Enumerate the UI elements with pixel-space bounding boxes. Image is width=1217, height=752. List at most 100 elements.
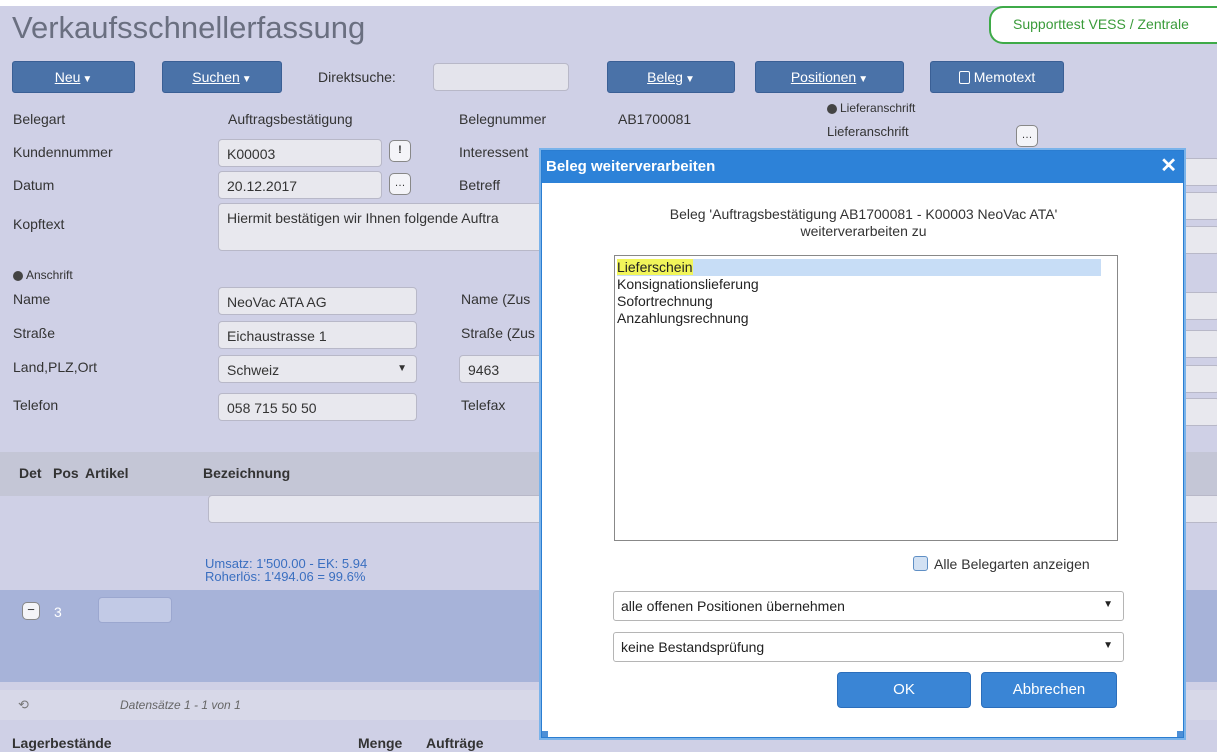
- right-field-6[interactable]: [1180, 365, 1217, 393]
- right-field-2[interactable]: [1180, 192, 1217, 220]
- chevron-down-icon: ▼: [82, 74, 93, 85]
- record-count: Datensätze 1 - 1 von 1: [120, 698, 241, 712]
- name-field[interactable]: NeoVac ATA AG: [218, 287, 417, 315]
- right-field-1[interactable]: [1180, 158, 1217, 186]
- show-all-checkbox[interactable]: [913, 556, 928, 571]
- belegart-label: Belegart: [13, 111, 66, 127]
- grid-col-pos[interactable]: Pos: [53, 465, 79, 481]
- info-icon[interactable]: !: [389, 140, 411, 162]
- plz-field[interactable]: 9463: [459, 355, 549, 383]
- memo-button[interactable]: Memotext: [930, 61, 1064, 93]
- page-title: Verkaufsschnellerfassung: [12, 10, 366, 45]
- dialog-question-line2: weiterverarbeiten zu: [800, 223, 927, 239]
- belegart-value: Auftragsbestätigung: [228, 111, 353, 127]
- strasse-zus-label: Straße (Zus: [461, 325, 535, 341]
- row-position: 3: [54, 604, 62, 620]
- close-icon[interactable]: ✕: [1160, 156, 1177, 176]
- show-all-label: Alle Belegarten anzeigen: [934, 556, 1090, 572]
- search-button-label: Suchen: [192, 69, 240, 85]
- telefon-label: Telefon: [13, 397, 59, 413]
- list-item-konsignationslieferung[interactable]: Konsignationslieferung: [617, 276, 1117, 293]
- direct-search-input[interactable]: [433, 63, 569, 91]
- stock-check-select-value: keine Bestandsprüfung: [621, 639, 765, 655]
- collapse-icon: [827, 103, 837, 114]
- collapse-row-icon[interactable]: −: [22, 602, 40, 620]
- dropdown-arrow-icon: ▼: [1103, 599, 1113, 610]
- anschrift-toggle-label: Anschrift: [26, 268, 73, 282]
- grid-col-artikel[interactable]: Artikel: [85, 465, 129, 481]
- auftraege-label: Aufträge: [426, 735, 484, 751]
- datum-field[interactable]: 20.12.2017: [218, 171, 382, 199]
- calendar-button[interactable]: …: [389, 173, 411, 195]
- ok-button[interactable]: OK: [837, 672, 971, 708]
- grid-col-det[interactable]: Det: [19, 465, 42, 481]
- right-field-4[interactable]: [1180, 292, 1217, 320]
- resize-grip-right[interactable]: [1177, 731, 1183, 737]
- new-button-label: Neu: [54, 69, 81, 85]
- row-artikel-field[interactable]: [98, 597, 172, 623]
- belegnummer-value: AB1700081: [618, 111, 692, 127]
- dropdown-arrow-icon: ▼: [1103, 640, 1113, 651]
- right-field-7[interactable]: [1180, 398, 1217, 426]
- memo-button-label: Memotext: [973, 69, 1036, 85]
- name-zus-label: Name (Zus: [461, 291, 531, 307]
- country-select-value: Schweiz: [227, 362, 280, 378]
- collapse-icon: [13, 270, 23, 281]
- lieferanschrift-toggle-label: Lieferanschrift: [840, 101, 916, 115]
- dropdown-arrow-icon: ▼: [397, 363, 407, 374]
- lieferanschrift-toggle[interactable]: Lieferanschrift: [827, 101, 915, 115]
- cancel-button[interactable]: Abbrechen: [981, 672, 1117, 708]
- process-document-dialog: Beleg weiterverarbeiten ✕ Beleg 'Auftrag…: [541, 150, 1184, 738]
- list-item-sofortrechnung[interactable]: Sofortrechnung: [617, 293, 1117, 310]
- interessent-label: Interessent: [459, 144, 529, 160]
- search-button[interactable]: Suchen ▼: [162, 61, 282, 93]
- menge-label: Menge: [358, 735, 403, 751]
- dialog-title: Beleg weiterverarbeiten: [546, 158, 716, 175]
- country-select[interactable]: Schweiz ▼: [218, 355, 417, 383]
- chevron-down-icon: ▼: [241, 74, 252, 85]
- support-badge[interactable]: Supporttest VESS / Zentrale: [989, 6, 1217, 44]
- list-item-anzahlungsrechnung[interactable]: Anzahlungsrechnung: [617, 310, 1117, 327]
- kopftext-field[interactable]: Hiermit bestätigen wir Ihnen folgende Au…: [218, 203, 558, 251]
- right-field-3[interactable]: [1180, 226, 1217, 254]
- positions-button-label: Positionen: [790, 69, 857, 85]
- strasse-field[interactable]: Eichaustrasse 1: [218, 321, 417, 349]
- strasse-label: Straße: [13, 325, 56, 341]
- lieferanschrift-lookup-button[interactable]: …: [1016, 125, 1038, 147]
- dialog-question: Beleg 'Auftragsbestätigung AB1700081 - K…: [562, 206, 1165, 240]
- lagerbestaende-label: Lagerbestände: [12, 735, 112, 751]
- kundennummer-field[interactable]: K00003: [218, 139, 382, 167]
- document-type-list[interactable]: Lieferschein Konsignationslieferung Sofo…: [614, 255, 1118, 541]
- anschrift-toggle[interactable]: Anschrift: [13, 268, 73, 282]
- stock-check-select[interactable]: keine Bestandsprüfung ▼: [613, 632, 1124, 662]
- belegnummer-label: Belegnummer: [459, 111, 547, 127]
- land-label: Land,PLZ,Ort: [13, 359, 98, 375]
- kundennummer-label: Kundennummer: [13, 144, 113, 160]
- chevron-down-icon: ▼: [684, 74, 695, 85]
- chevron-down-icon: ▼: [858, 74, 869, 85]
- grid-col-bezeichnung[interactable]: Bezeichnung: [203, 465, 290, 481]
- datum-label: Datum: [13, 177, 55, 193]
- resize-grip-left[interactable]: [542, 731, 548, 737]
- telefon-field[interactable]: 058 715 50 50: [218, 393, 417, 421]
- dialog-titlebar[interactable]: Beleg weiterverarbeiten ✕: [542, 151, 1183, 183]
- refresh-icon[interactable]: ⟲: [18, 697, 29, 713]
- beleg-button[interactable]: Beleg ▼: [607, 61, 735, 93]
- telefax-label: Telefax: [461, 397, 506, 413]
- list-item-label: Lieferschein: [617, 259, 693, 275]
- clipboard-icon: [958, 71, 970, 84]
- betreff-label: Betreff: [459, 177, 500, 193]
- name-label: Name: [13, 291, 51, 307]
- positions-select[interactable]: alle offenen Positionen übernehmen ▼: [613, 591, 1124, 621]
- new-button[interactable]: Neu ▼: [12, 61, 135, 93]
- direct-search-label: Direktsuche:: [318, 69, 396, 85]
- dialog-question-line1: Beleg 'Auftragsbestätigung AB1700081 - K…: [669, 206, 1058, 222]
- kopftext-label: Kopftext: [13, 216, 65, 232]
- roherloes-info: Roherlös: 1'494.06 = 99.6%: [205, 569, 366, 584]
- right-field-5[interactable]: [1180, 330, 1217, 358]
- show-all-checkbox-row[interactable]: Alle Belegarten anzeigen: [913, 556, 1090, 572]
- positions-button[interactable]: Positionen ▼: [755, 61, 904, 93]
- beleg-button-label: Beleg: [647, 69, 683, 85]
- lieferanschrift-label: Lieferanschrift: [827, 124, 909, 139]
- list-item-lieferschein[interactable]: Lieferschein: [617, 259, 1101, 276]
